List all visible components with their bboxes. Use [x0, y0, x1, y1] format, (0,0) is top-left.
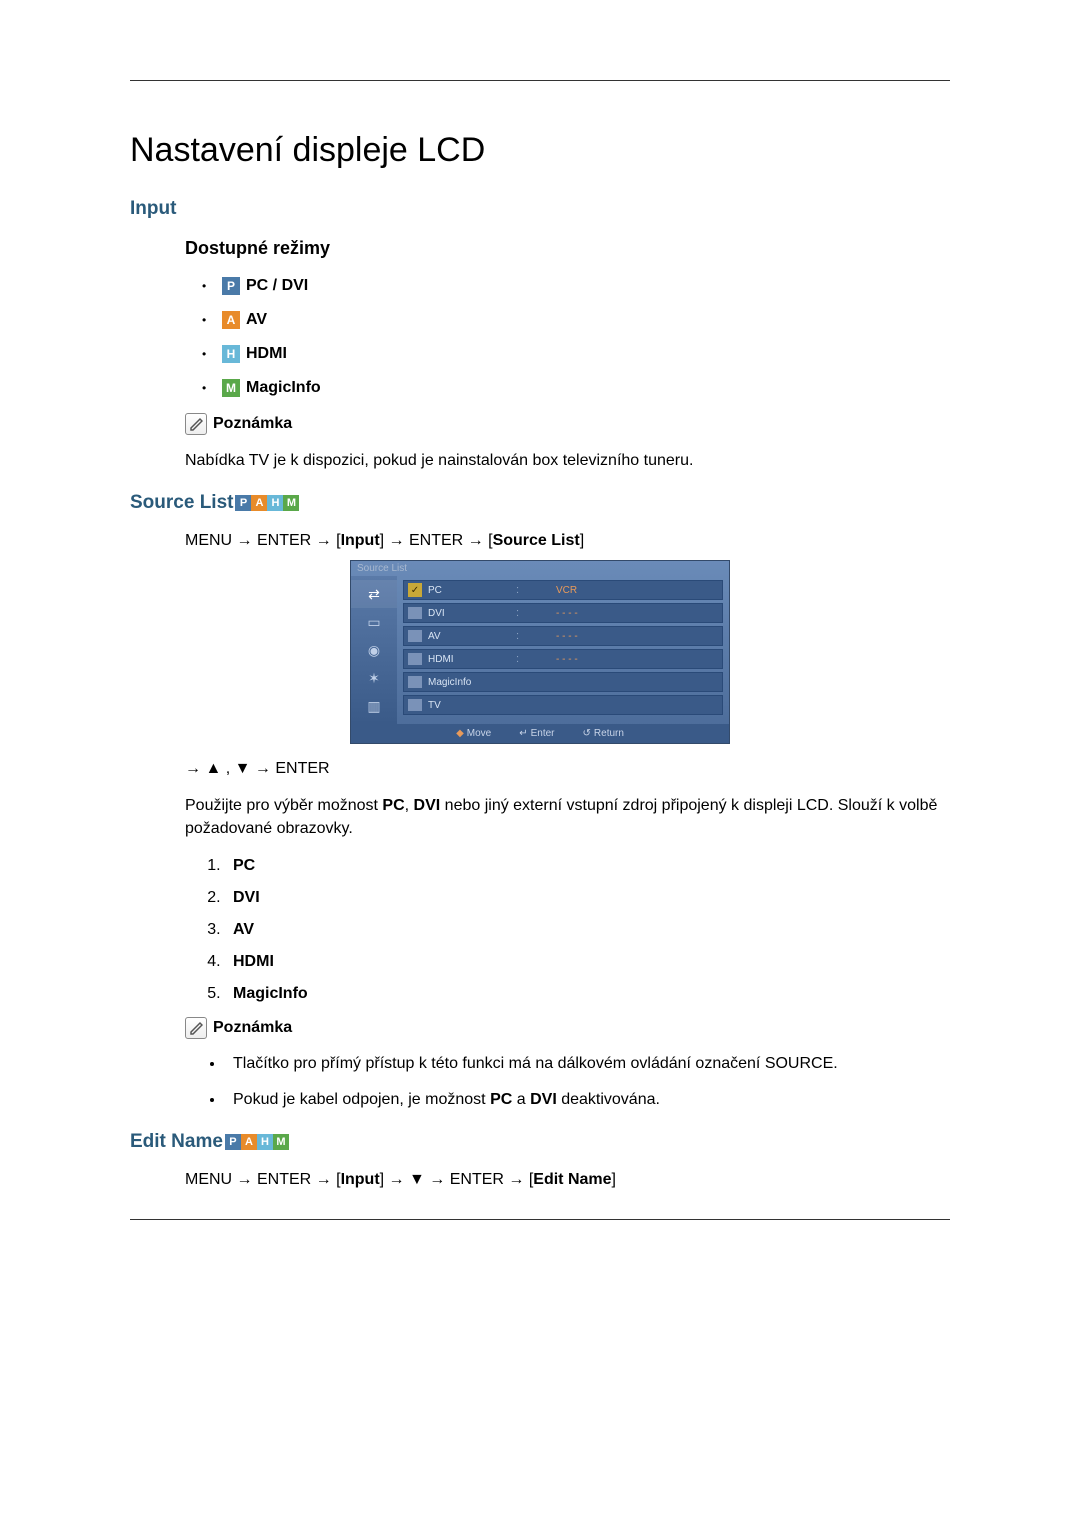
note-icon: [185, 1017, 207, 1039]
source-list-heading: Source List P A H M: [130, 492, 950, 514]
list-item: MagicInfo: [225, 985, 950, 1003]
m-icon: M: [273, 1134, 289, 1150]
source-list-heading-text: Source List: [130, 492, 233, 514]
a-icon: A: [222, 311, 240, 329]
osd-tab-input: ⇄: [351, 580, 397, 608]
osd-footer: ◆Move ↵Enter ↺Return: [351, 724, 729, 743]
p-icon: P: [235, 495, 251, 511]
edit-name-heading: Edit Name P A H M: [130, 1131, 950, 1153]
heading-icon-group: P A H M: [225, 1134, 289, 1150]
osd-body: ⇄ ▭ ◉ ✶ ▥ ✓ PC : VCR DVI : - - - - AV :: [351, 576, 729, 724]
bottom-divider: [130, 1219, 950, 1220]
osd-tab-setup: ✶: [351, 664, 397, 692]
h-icon: H: [222, 345, 240, 363]
bullet: •: [202, 313, 222, 327]
row-box-icon: [408, 699, 422, 711]
check-icon: ✓: [408, 583, 422, 597]
note-bullets: Tlačítko pro přímý přístup k této funkci…: [225, 1053, 950, 1112]
note-text: Nabídka TV je k dispozici, pokud je nain…: [185, 449, 950, 472]
source-list-description: Použijte pro výběr možnost PC, DVI nebo …: [185, 794, 950, 840]
a-icon: A: [251, 495, 267, 511]
osd-row-pc: ✓ PC : VCR: [403, 580, 723, 600]
modes-heading: Dostupné režimy: [185, 238, 950, 259]
osd-main: ✓ PC : VCR DVI : - - - - AV : - - - - HD…: [397, 576, 729, 724]
note-block: Poznámka: [185, 413, 950, 435]
note-label-row: Poznámka: [185, 413, 950, 435]
osd-tab-multi: ▥: [351, 692, 397, 720]
bullet: •: [202, 347, 222, 361]
mode-item-magicinfo: • M MagicInfo: [202, 379, 950, 397]
list-item: Pokud je kabel odpojen, je možnost PC a …: [225, 1089, 950, 1111]
osd-row-av: AV : - - - -: [403, 626, 723, 646]
list-item: HDMI: [225, 953, 950, 971]
h-icon: H: [257, 1134, 273, 1150]
edit-name-menu-path: MENU → ENTER → [Input] → ▼ → ENTER → [Ed…: [185, 1171, 950, 1189]
osd-tab-picture: ▭: [351, 608, 397, 636]
osd-row-hdmi: HDMI : - - - -: [403, 649, 723, 669]
note-label-text: Poznámka: [213, 415, 292, 433]
mode-list: • P PC / DVI • A AV • H HDMI • M MagicIn…: [202, 277, 950, 397]
osd-footer-enter: ↵Enter: [519, 728, 554, 739]
row-box-icon: [408, 676, 422, 688]
edit-name-heading-text: Edit Name: [130, 1131, 223, 1153]
source-numbered-list: PC DVI AV HDMI MagicInfo: [225, 857, 950, 1003]
osd-footer-move: ◆Move: [456, 728, 491, 739]
top-divider: [130, 80, 950, 81]
list-item: Tlačítko pro přímý přístup k této funkci…: [225, 1053, 950, 1075]
row-box-icon: [408, 607, 422, 619]
mode-label: HDMI: [246, 345, 287, 363]
osd-sidebar: ⇄ ▭ ◉ ✶ ▥: [351, 576, 397, 724]
list-item: AV: [225, 921, 950, 939]
row-box-icon: [408, 630, 422, 642]
menu-path: MENU → ENTER → [Input] → ENTER → [Source…: [185, 532, 950, 550]
h-icon: H: [267, 495, 283, 511]
input-heading: Input: [130, 198, 950, 220]
a-icon: A: [241, 1134, 257, 1150]
arrow-nav: → ▲ , ▼ → ENTER: [185, 760, 950, 778]
note-icon: [185, 413, 207, 435]
bullet: •: [202, 381, 222, 395]
p-icon: P: [225, 1134, 241, 1150]
osd-row-tv: TV: [403, 695, 723, 715]
page-title: Nastavení displeje LCD: [130, 131, 950, 170]
osd-screenshot: Source List ⇄ ▭ ◉ ✶ ▥ ✓ PC : VCR DVI : -…: [350, 560, 730, 744]
mode-item-pc: • P PC / DVI: [202, 277, 950, 295]
osd-tab-sound: ◉: [351, 636, 397, 664]
m-icon: M: [222, 379, 240, 397]
row-box-icon: [408, 653, 422, 665]
mode-label: MagicInfo: [246, 379, 321, 397]
osd-footer-return: ↺Return: [583, 728, 624, 739]
mode-item-av: • A AV: [202, 311, 950, 329]
note-block-2: Poznámka: [185, 1017, 950, 1039]
list-item: DVI: [225, 889, 950, 907]
osd-row-dvi: DVI : - - - -: [403, 603, 723, 623]
bullet: •: [202, 279, 222, 293]
p-icon: P: [222, 277, 240, 295]
heading-icon-group: P A H M: [235, 495, 299, 511]
note-label-text: Poznámka: [213, 1019, 292, 1037]
mode-item-hdmi: • H HDMI: [202, 345, 950, 363]
mode-label: AV: [246, 311, 267, 329]
osd-title: Source List: [351, 561, 729, 576]
list-item: PC: [225, 857, 950, 875]
osd-row-magicinfo: MagicInfo: [403, 672, 723, 692]
note-label-row: Poznámka: [185, 1017, 950, 1039]
m-icon: M: [283, 495, 299, 511]
mode-label: PC / DVI: [246, 277, 308, 295]
